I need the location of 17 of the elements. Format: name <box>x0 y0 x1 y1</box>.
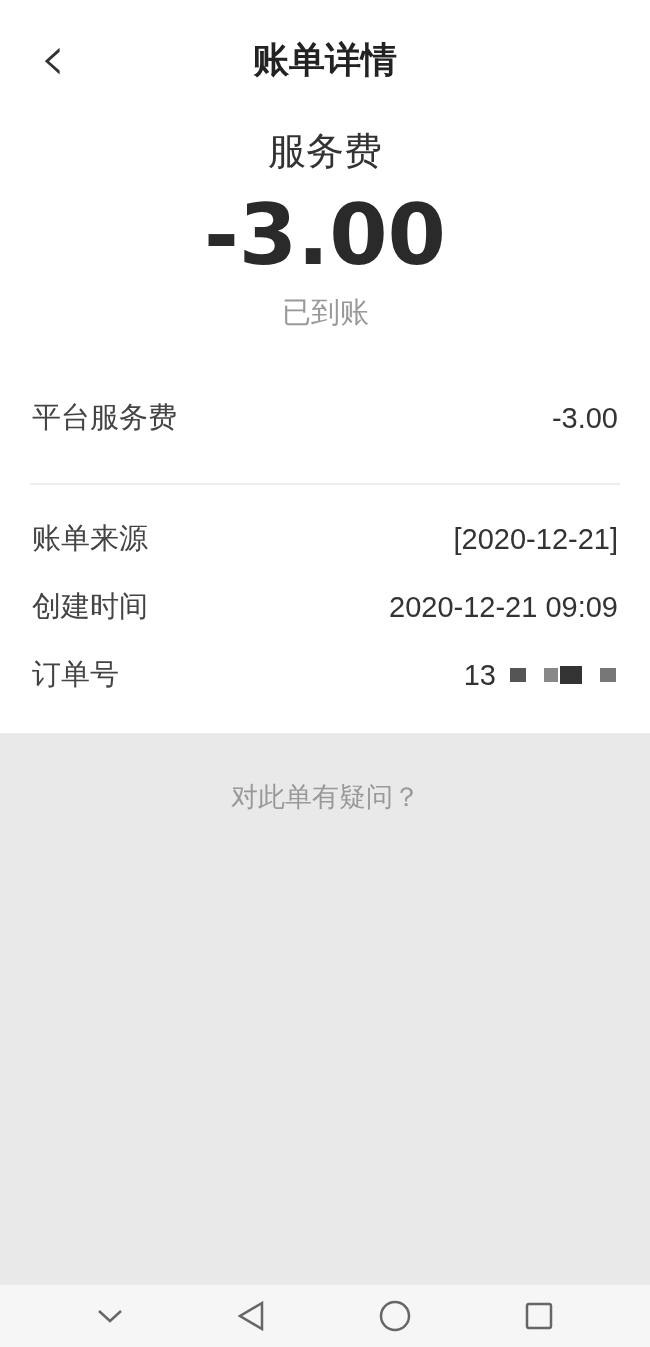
detail-label: 账单来源 <box>32 520 148 557</box>
bill-type: 服务费 <box>267 128 383 175</box>
page-title: 账单详情 <box>253 37 397 82</box>
fee-value: -3.00 <box>551 401 618 435</box>
amount: -3.00 <box>202 185 448 285</box>
detail-value: 2020-12-21 09:09 <box>389 590 618 624</box>
chevron-down-icon[interactable] <box>97 1308 123 1324</box>
recents-icon[interactable] <box>525 1302 553 1330</box>
detail-value: 13 <box>463 658 496 692</box>
back-icon[interactable] <box>237 1301 265 1331</box>
back-button[interactable]: ‹ <box>30 28 76 88</box>
status-text: 已到账 <box>280 294 370 331</box>
detail-label: 创建时间 <box>32 588 148 625</box>
detail-label: 订单号 <box>32 656 119 693</box>
fee-label: 平台服务费 <box>32 399 177 436</box>
detail-value: [2020-12-21] <box>453 522 618 556</box>
home-icon[interactable] <box>379 1300 411 1332</box>
